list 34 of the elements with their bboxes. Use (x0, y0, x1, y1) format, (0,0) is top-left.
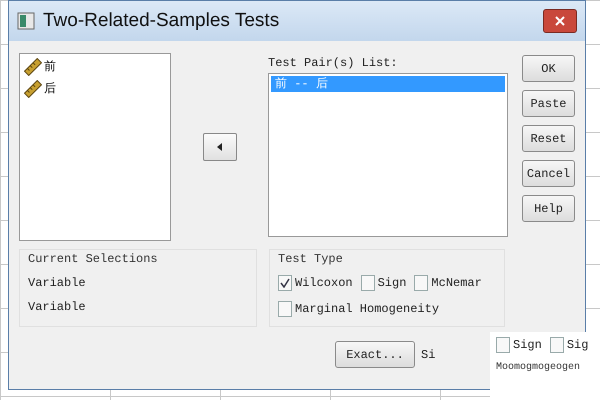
left-arrow-icon (217, 143, 222, 151)
move-button[interactable] (202, 133, 236, 161)
checkbox-label: McNemar (431, 275, 482, 292)
app-icon (17, 12, 35, 30)
checkbox[interactable] (496, 337, 510, 353)
overlay-text: Moomogmogeogen (496, 361, 582, 375)
dialog-button[interactable]: Help (522, 195, 575, 222)
dialog-button[interactable]: OK (522, 55, 575, 82)
checkbox[interactable] (278, 301, 292, 317)
window-title: Two-Related-Samples Tests (43, 8, 280, 33)
checkmark-icon (280, 278, 290, 288)
close-icon (555, 16, 565, 26)
list-label: Test Pair(s) List: (268, 55, 399, 72)
checkbox[interactable] (414, 275, 428, 291)
dialog-button[interactable]: Reset (522, 125, 575, 152)
selection-label: Variable (28, 300, 87, 314)
checkbox-label: Sign (513, 337, 542, 354)
group-title: Test Type (278, 251, 344, 266)
variable-item[interactable]: 后 (24, 80, 166, 98)
dialog-button[interactable]: Paste (522, 90, 575, 117)
checkbox-label: Marginal Homogeneity (295, 301, 440, 318)
button-text: Si (421, 346, 436, 364)
checkbox[interactable] (278, 275, 292, 291)
variable-item[interactable]: 前 (24, 58, 166, 76)
group-title: Current Selections (28, 251, 159, 266)
selection-label: Variable (28, 276, 87, 290)
checkbox[interactable] (550, 337, 564, 353)
checkbox-label: Sig (566, 337, 588, 354)
checkbox-label: Sign (378, 275, 406, 292)
checkbox[interactable] (360, 275, 375, 291)
close-button[interactable] (543, 9, 577, 33)
checkbox-label: Wilcoxon (295, 275, 353, 292)
dialog-button[interactable]: Cancel (522, 160, 575, 187)
exact-button[interactable]: Exact... (335, 341, 415, 368)
